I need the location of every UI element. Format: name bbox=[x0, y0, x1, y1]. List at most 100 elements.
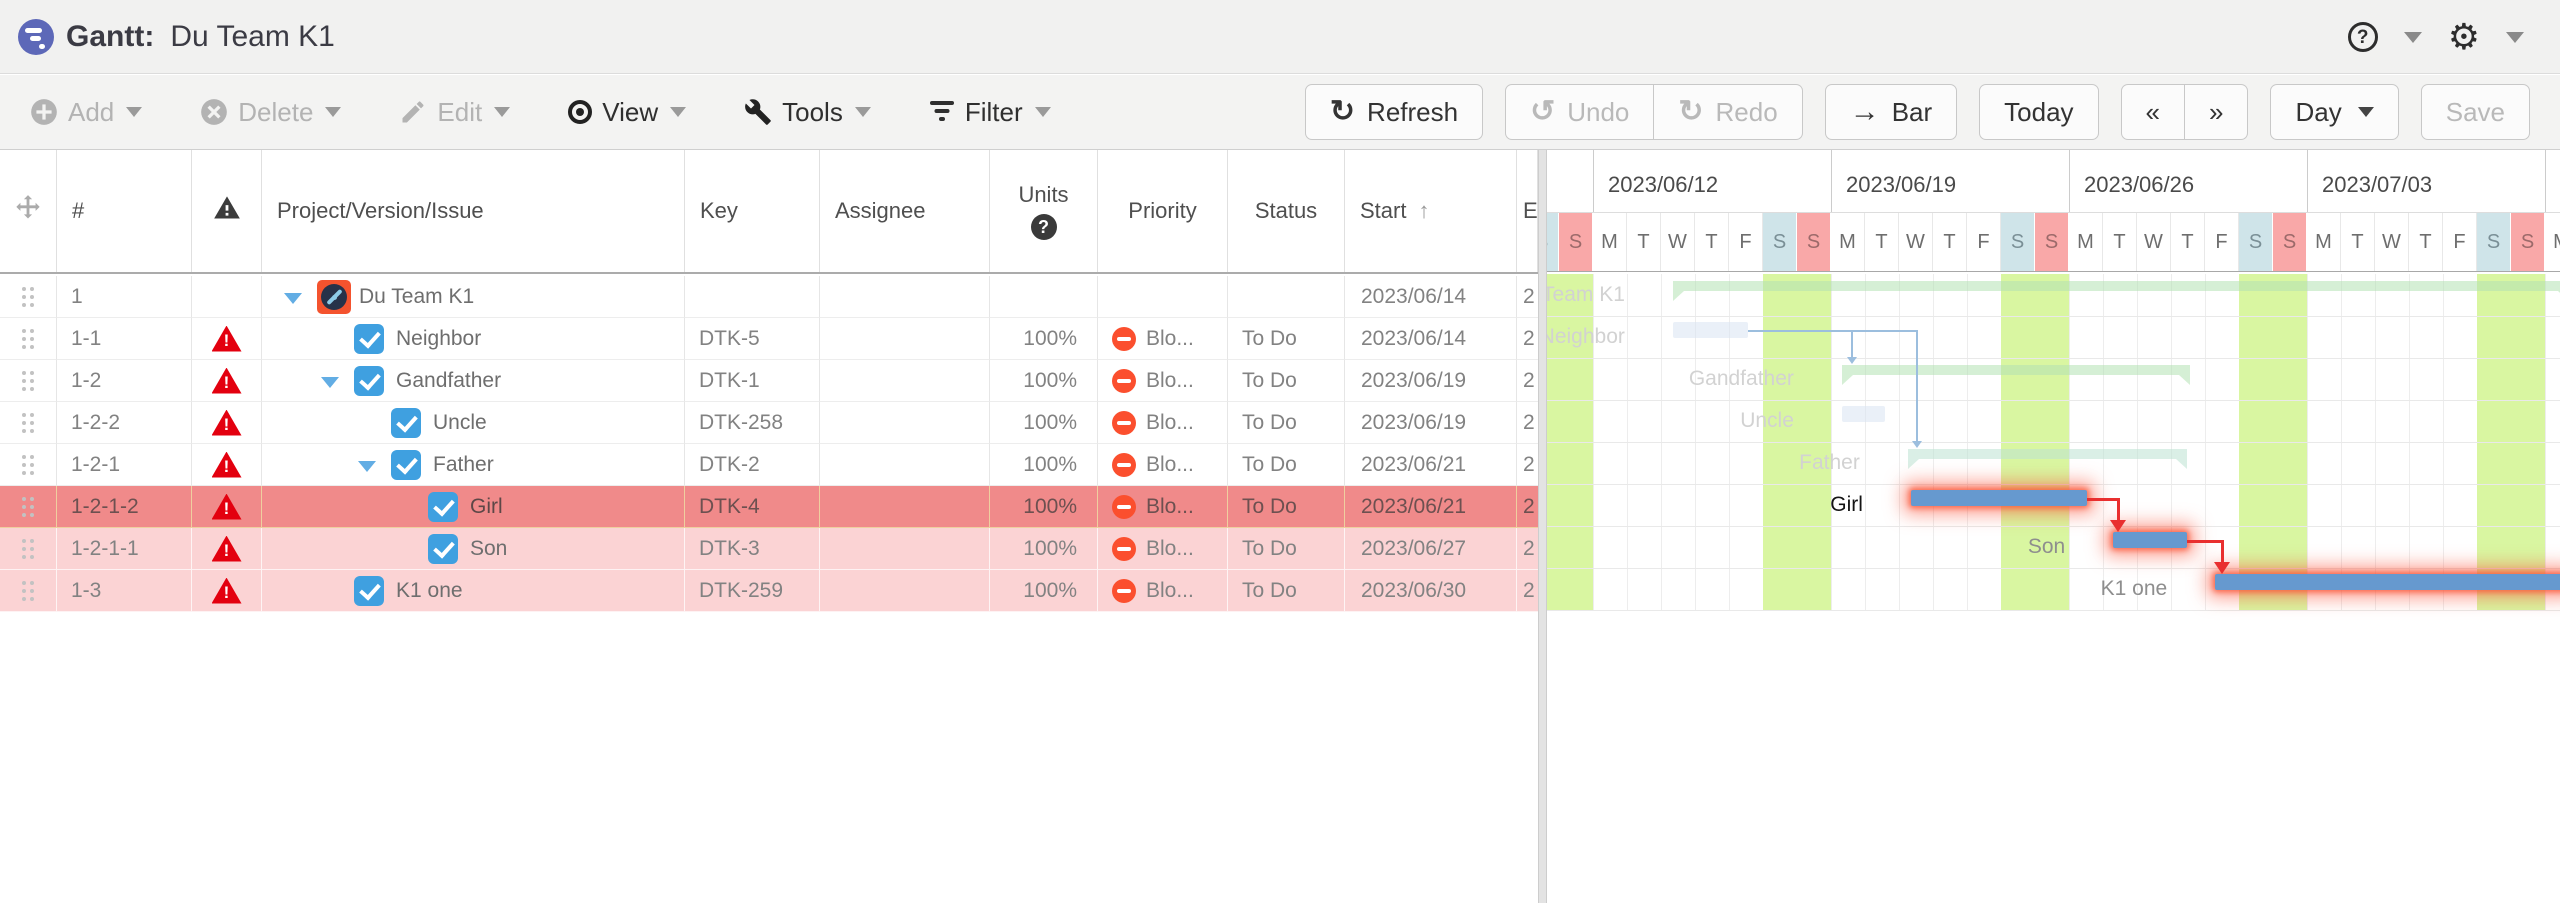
table-row[interactable]: 1-3K1 oneDTK-259100%Blo...To Do2023/06/3… bbox=[0, 570, 1538, 612]
warning-icon bbox=[212, 410, 242, 436]
help-caret-icon[interactable] bbox=[2404, 32, 2422, 43]
task-bar[interactable] bbox=[1842, 406, 1886, 422]
gear-caret-icon[interactable] bbox=[2506, 32, 2524, 43]
menu-view[interactable]: View bbox=[568, 97, 686, 128]
pane-splitter[interactable] bbox=[1538, 150, 1547, 903]
task-checkbox-icon[interactable] bbox=[428, 492, 458, 522]
cell-start: 2023/06/14 bbox=[1345, 276, 1517, 318]
task-checkbox-icon[interactable] bbox=[428, 534, 458, 564]
undo-button[interactable]: ↺Undo bbox=[1505, 84, 1654, 140]
drag-handle-icon[interactable] bbox=[22, 413, 26, 417]
cell-status: To Do bbox=[1228, 360, 1345, 402]
cell-num: 1-1 bbox=[57, 318, 192, 360]
cell-warn bbox=[192, 528, 262, 570]
menu-label-tools: Tools bbox=[782, 97, 843, 128]
task-checkbox-icon[interactable] bbox=[354, 576, 384, 606]
drag-handle-icon[interactable] bbox=[22, 497, 26, 501]
column-header-warn[interactable] bbox=[192, 150, 262, 272]
table-row[interactable]: 1-2-1-1SonDTK-3100%Blo...To Do2023/06/27… bbox=[0, 528, 1538, 570]
prev-button[interactable]: « bbox=[2121, 84, 2185, 140]
table-row[interactable]: 1-2-1-2GirlDTK-4100%Blo...To Do2023/06/2… bbox=[0, 486, 1538, 528]
tree-expand-caret-icon[interactable] bbox=[321, 377, 339, 388]
task-checkbox-icon[interactable] bbox=[391, 408, 421, 438]
bar-label: Gandfather bbox=[1689, 358, 1794, 400]
day-header-wd: T bbox=[2341, 213, 2375, 271]
cell-units: 100% bbox=[990, 318, 1098, 360]
column-header-drag[interactable] bbox=[0, 150, 57, 272]
issue-name: Gandfather bbox=[396, 360, 501, 402]
refresh-button[interactable]: ↻Refresh bbox=[1305, 84, 1483, 140]
priority-label: Blo... bbox=[1146, 369, 1194, 393]
menu-tools[interactable]: Tools bbox=[744, 97, 871, 128]
save-button[interactable]: Save bbox=[2421, 84, 2530, 140]
cell-name: Son bbox=[262, 528, 685, 570]
tree-expand-caret-icon[interactable] bbox=[358, 461, 376, 472]
column-header-name[interactable]: Project/Version/Issue bbox=[262, 150, 685, 272]
column-header-units[interactable]: Units? bbox=[990, 150, 1098, 272]
task-bar[interactable] bbox=[2113, 532, 2187, 548]
dependency-arrow-icon bbox=[1912, 441, 1922, 448]
day-header-sun: S bbox=[2511, 213, 2545, 271]
tree-expand-caret-icon[interactable] bbox=[284, 293, 302, 304]
table-row[interactable]: 1Du Team K12023/06/142 bbox=[0, 276, 1538, 318]
day-button[interactable]: Day bbox=[2270, 84, 2398, 140]
column-header-num[interactable]: # bbox=[57, 150, 192, 272]
table-row[interactable]: 1-2GandfatherDTK-1100%Blo...To Do2023/06… bbox=[0, 360, 1538, 402]
column-header-end[interactable]: End bbox=[1517, 150, 1538, 272]
chart-pane: 2023/06/122023/06/192023/06/262023/07/03… bbox=[1547, 150, 2560, 903]
menu-delete[interactable]: Delete bbox=[200, 97, 341, 128]
menu-filter[interactable]: Filter bbox=[929, 97, 1051, 128]
task-bar[interactable] bbox=[1673, 322, 1748, 338]
column-header-priority[interactable]: Priority bbox=[1098, 150, 1228, 272]
table-row[interactable]: 1-1NeighborDTK-5100%Blo...To Do2023/06/1… bbox=[0, 318, 1538, 360]
button-group: ↻Refresh bbox=[1305, 84, 1483, 140]
column-header-status[interactable]: Status bbox=[1228, 150, 1345, 272]
issue-name: Uncle bbox=[433, 402, 487, 444]
task-checkbox-icon[interactable] bbox=[391, 450, 421, 480]
menu-add[interactable]: Add bbox=[30, 97, 142, 128]
column-header-assignee[interactable]: Assignee bbox=[820, 150, 990, 272]
redo-button[interactable]: ↻Redo bbox=[1654, 84, 1802, 140]
drag-handle-icon[interactable] bbox=[22, 329, 26, 333]
cell-drag bbox=[0, 402, 57, 444]
drag-handle-icon[interactable] bbox=[22, 371, 26, 375]
drag-handle-icon[interactable] bbox=[22, 287, 26, 291]
task-bar[interactable] bbox=[1911, 490, 2087, 506]
table-row[interactable]: 1-2-1FatherDTK-2100%Blo...To Do2023/06/2… bbox=[0, 444, 1538, 486]
row-gridline bbox=[1547, 316, 2560, 317]
gear-icon[interactable]: ⚙ bbox=[2448, 19, 2480, 55]
cell-key: DTK-3 bbox=[685, 528, 820, 570]
cell-status: To Do bbox=[1228, 486, 1345, 528]
issue-name: Girl bbox=[470, 486, 503, 528]
table-row[interactable]: 1-2-2UncleDTK-258100%Blo...To Do2023/06/… bbox=[0, 402, 1538, 444]
drag-handle-icon[interactable] bbox=[22, 539, 26, 543]
column-header-key[interactable]: Key bbox=[685, 150, 820, 272]
cell-status: To Do bbox=[1228, 528, 1345, 570]
priority-label: Blo... bbox=[1146, 537, 1194, 561]
menu-edit[interactable]: Edit bbox=[399, 97, 510, 128]
button-group: Day bbox=[2270, 84, 2398, 140]
cell-key: DTK-2 bbox=[685, 444, 820, 486]
units-help-icon[interactable]: ? bbox=[1031, 214, 1057, 240]
task-checkbox-icon[interactable] bbox=[354, 324, 384, 354]
chevron-down-icon bbox=[670, 107, 686, 117]
column-header-label-wrap: Start↑ bbox=[1360, 198, 1429, 224]
drag-handle-icon[interactable] bbox=[22, 455, 26, 459]
cell-assignee bbox=[820, 318, 990, 360]
day-header-sun: S bbox=[2035, 213, 2069, 271]
task-checkbox-icon[interactable] bbox=[354, 366, 384, 396]
summary-bar[interactable] bbox=[1908, 449, 2187, 459]
next-button[interactable]: » bbox=[2185, 84, 2248, 140]
summary-bar[interactable] bbox=[1673, 281, 2560, 291]
task-bar[interactable] bbox=[2215, 574, 2560, 590]
summary-bar[interactable] bbox=[1842, 365, 2190, 375]
dependency-line bbox=[2221, 540, 2224, 562]
bar-label: Du Team K1 bbox=[1547, 274, 1625, 316]
help-icon[interactable]: ? bbox=[2348, 22, 2378, 52]
drag-handle-icon[interactable] bbox=[22, 581, 26, 585]
today-button[interactable]: Today bbox=[1979, 84, 2098, 140]
column-label-name: Project/Version/Issue bbox=[277, 198, 484, 224]
bar-button[interactable]: →Bar bbox=[1825, 84, 1957, 140]
column-header-start[interactable]: Start↑ bbox=[1345, 150, 1517, 272]
eye-icon bbox=[568, 100, 592, 124]
